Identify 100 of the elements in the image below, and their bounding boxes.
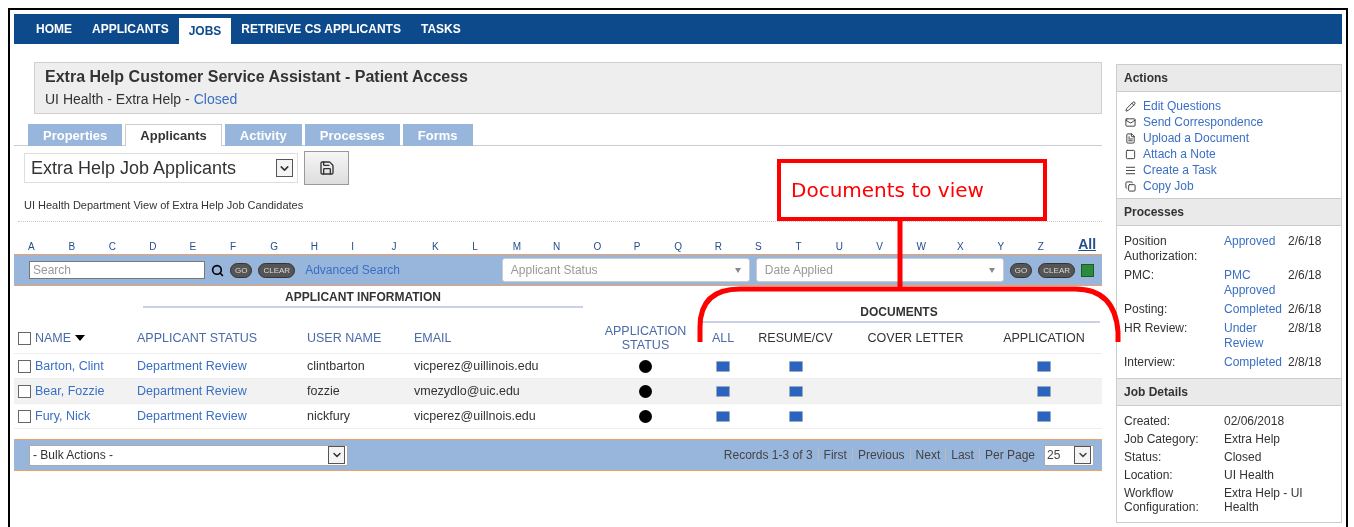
applicant-name-link[interactable]: Bear, Fozzie bbox=[35, 384, 105, 398]
detail-label: Workflow Configuration: bbox=[1124, 486, 1200, 514]
letter-link[interactable]: E bbox=[189, 241, 230, 252]
letter-link[interactable]: Z bbox=[1037, 241, 1079, 252]
column-title: COVER LETTER bbox=[867, 331, 964, 345]
action-icon bbox=[1125, 132, 1136, 144]
letter-link[interactable]: K bbox=[431, 241, 473, 252]
action-link[interactable]: Attach a Note bbox=[1125, 146, 1333, 162]
process-status-link[interactable]: PMC Approved bbox=[1224, 268, 1288, 298]
nav-tab[interactable]: RETRIEVE CS APPLICANTS bbox=[231, 14, 411, 44]
row-checkbox[interactable] bbox=[18, 384, 31, 398]
action-icon bbox=[1125, 100, 1136, 112]
letter-link[interactable]: W bbox=[916, 241, 957, 252]
letter-link[interactable]: Q bbox=[674, 241, 715, 252]
view-description: UI Health Department View of Extra Help Job Candidates bbox=[24, 199, 305, 211]
caret-icon bbox=[328, 446, 345, 464]
column-header[interactable]: APPLICANT STATUS bbox=[137, 331, 258, 345]
per-page-select[interactable]: 25 bbox=[1044, 444, 1094, 466]
action-link[interactable]: Copy Job bbox=[1125, 178, 1333, 194]
process-status-link[interactable]: Approved bbox=[1224, 234, 1288, 264]
user-name: nickfury bbox=[307, 409, 351, 423]
action-link[interactable]: Upload a Document bbox=[1125, 130, 1333, 146]
process-date: 2/8/18 bbox=[1288, 321, 1323, 337]
process-status-link[interactable]: Completed bbox=[1224, 302, 1288, 317]
applicant-status-link[interactable]: Department Review bbox=[137, 384, 247, 398]
applicant-name-link[interactable]: Fury, Nick bbox=[35, 409, 91, 423]
action-link[interactable]: Create a Task bbox=[1125, 162, 1333, 178]
applicant-name-link[interactable]: Barton, Clint bbox=[35, 359, 104, 373]
bulk-actions-select[interactable]: - Bulk Actions - bbox=[29, 444, 348, 466]
user-name: clintbarton bbox=[307, 359, 365, 373]
process-status-link[interactable]: Completed bbox=[1224, 355, 1288, 370]
process-status-link[interactable]: Under Review bbox=[1224, 321, 1288, 351]
clear-button[interactable]: CLEAR bbox=[1038, 262, 1075, 278]
letter-link[interactable]: Y bbox=[997, 241, 1038, 252]
letter-link[interactable]: R bbox=[714, 241, 756, 252]
process-label: Interview: bbox=[1124, 355, 1177, 370]
letter-link[interactable]: P bbox=[633, 241, 675, 252]
action-link[interactable]: Edit Questions bbox=[1125, 98, 1333, 114]
letter-link[interactable]: F bbox=[229, 241, 271, 252]
detail-label: Status: bbox=[1124, 450, 1163, 464]
tab[interactable]: Applicants bbox=[125, 124, 222, 146]
panel-title: Processes bbox=[1117, 198, 1341, 226]
search-field[interactable]: Search bbox=[29, 261, 205, 279]
go-button[interactable]: GO bbox=[230, 262, 253, 278]
letter-link[interactable]: J bbox=[391, 241, 432, 252]
pager-link[interactable]: Last bbox=[945, 448, 979, 462]
pager-link[interactable]: First bbox=[817, 448, 852, 462]
letter-link[interactable]: I bbox=[351, 241, 392, 252]
nav-tab[interactable]: TASKS bbox=[410, 14, 471, 44]
column-header[interactable]: USER NAME bbox=[307, 331, 382, 345]
clear-button[interactable]: CLEAR bbox=[258, 262, 296, 278]
letter-link[interactable]: V bbox=[876, 241, 917, 252]
detail-label: Job Category: bbox=[1124, 432, 1200, 446]
job-subtitle: UI Health - Extra Help - bbox=[45, 91, 190, 107]
letter-link[interactable]: C bbox=[108, 241, 150, 252]
letter-link[interactable]: U bbox=[835, 241, 877, 252]
action-link[interactable]: Send Correspondence bbox=[1125, 114, 1333, 130]
go-button[interactable]: GO bbox=[1009, 262, 1033, 278]
letter-link[interactable]: T bbox=[795, 241, 836, 252]
row-checkbox[interactable] bbox=[18, 359, 31, 373]
pager-link[interactable]: Next bbox=[909, 448, 946, 462]
letter-link[interactable]: H bbox=[310, 241, 352, 252]
process-date: 2/6/18 bbox=[1288, 302, 1323, 317]
letter-link[interactable]: D bbox=[149, 241, 190, 252]
view-select[interactable]: Extra Help Job Applicants bbox=[24, 153, 298, 183]
nav-tab[interactable]: HOME bbox=[26, 14, 82, 44]
letter-link[interactable]: M bbox=[512, 241, 554, 252]
column-header[interactable]: EMAIL bbox=[414, 331, 452, 345]
letter-link[interactable]: A bbox=[28, 241, 69, 252]
letter-link[interactable]: G bbox=[270, 241, 311, 252]
detail-label: Location: bbox=[1124, 468, 1174, 482]
column-header[interactable]: APPLICATION STATUS bbox=[593, 324, 698, 352]
detail-value: UI Health bbox=[1224, 468, 1276, 482]
letter-link[interactable]: B bbox=[68, 241, 109, 252]
letter-link[interactable]: X bbox=[957, 241, 998, 252]
letter-link[interactable]: L bbox=[472, 241, 513, 252]
letter-link[interactable]: N bbox=[553, 241, 594, 252]
nav-tab[interactable]: APPLICANTS bbox=[82, 14, 179, 44]
save-button[interactable] bbox=[304, 151, 349, 185]
sort-icon[interactable] bbox=[75, 335, 86, 341]
process-label: Posting: bbox=[1124, 302, 1169, 317]
all-link[interactable]: All bbox=[1078, 236, 1097, 252]
row-checkbox[interactable] bbox=[18, 409, 31, 423]
pager-link[interactable]: Previous bbox=[851, 448, 910, 462]
job-status-link[interactable]: Closed bbox=[193, 91, 238, 107]
group-header: APPLICANT INFORMATION bbox=[143, 290, 583, 308]
process-date: 2/6/18 bbox=[1288, 234, 1323, 250]
letter-link[interactable]: S bbox=[755, 241, 796, 252]
letter-link[interactable]: O bbox=[593, 241, 634, 252]
applicant-status-link[interactable]: Department Review bbox=[137, 359, 247, 373]
applicant-status-select[interactable]: Applicant Status bbox=[501, 258, 750, 282]
panel-title: Job Details bbox=[1117, 378, 1341, 406]
applicant-status-link[interactable]: Department Review bbox=[137, 409, 247, 423]
caret-icon bbox=[276, 159, 293, 177]
email: vicperez@uillinois.edu bbox=[414, 359, 539, 373]
column-header[interactable]: NAME bbox=[35, 331, 72, 345]
search-icon[interactable] bbox=[211, 263, 224, 277]
nav-tab[interactable]: JOBS bbox=[178, 18, 232, 44]
select-all-checkbox[interactable] bbox=[18, 331, 31, 345]
column-header[interactable]: ALL bbox=[711, 331, 735, 345]
